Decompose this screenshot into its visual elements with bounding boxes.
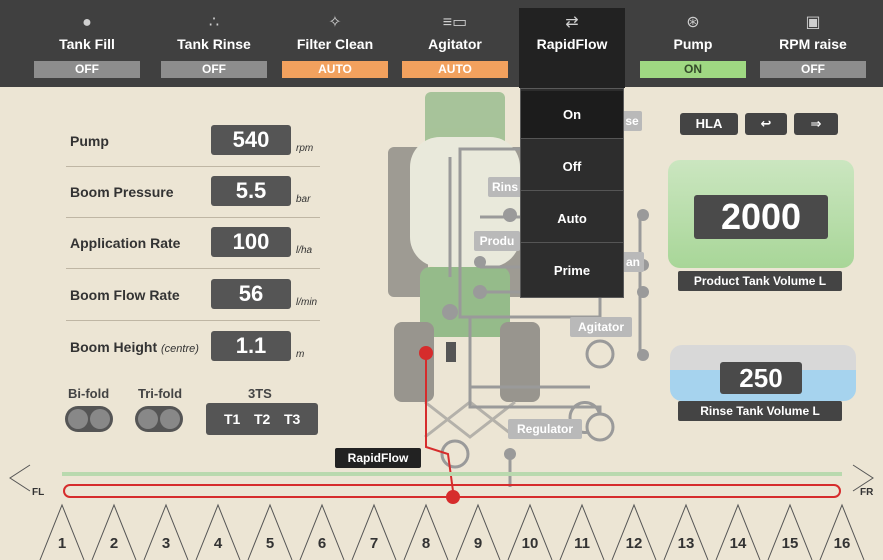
tank-fill-button[interactable]: ● Tank Fill OFF [30, 8, 144, 80]
arrow-right-icon[interactable]: ⇒ [794, 113, 838, 135]
tts-selector[interactable]: T1 T2 T3 [206, 403, 318, 435]
an-label: an [622, 252, 644, 272]
fl-label: FL [32, 487, 45, 498]
status-badge: AUTO [402, 61, 508, 78]
nozzle-10[interactable]: 10 [520, 535, 540, 552]
nozzle-3[interactable]: 3 [156, 535, 176, 552]
rapidflow-dropdown: On Off Auto Prime [520, 88, 624, 298]
bifold-label: Bi-fold [68, 386, 110, 401]
nozzle-5[interactable]: 5 [260, 535, 280, 552]
engine-icon: ▣ [805, 14, 821, 31]
bifold-toggle[interactable] [65, 406, 113, 432]
tts-label: 3TS [248, 386, 272, 401]
product-label: Produ [474, 231, 520, 251]
boom-pressure-reading: Boom Pressure 5.5 bar [66, 167, 320, 218]
dropdown-option-on[interactable]: On [521, 91, 623, 139]
boom-flow-rate-reading: Boom Flow Rate 56 l/min [66, 270, 320, 321]
rinse-tank-label: Rinse Tank Volume L [678, 401, 842, 421]
filter-clean-icon: ✧ [328, 14, 342, 31]
status-badge: OFF [161, 61, 267, 78]
agitator-label: Agitator [570, 317, 632, 337]
top-toolbar: ● Tank Fill OFF ∴ Tank Rinse OFF ✧ Filte… [0, 0, 883, 88]
pump-button[interactable]: ⊛ Pump ON [636, 8, 750, 80]
status-badge: AUTO [282, 61, 388, 78]
nozzle-14[interactable]: 14 [728, 535, 748, 552]
nozzle-1[interactable]: 1 [52, 535, 72, 552]
nozzle-11[interactable]: 11 [572, 535, 592, 552]
t2-button[interactable]: T2 [254, 411, 270, 427]
nozzle-4[interactable]: 4 [208, 535, 228, 552]
dropdown-option-off[interactable]: Off [521, 143, 623, 191]
nozzle-16[interactable]: 16 [832, 535, 852, 552]
product-tank-label: Product Tank Volume L [678, 271, 842, 291]
agitator-icon: ≡▭ [442, 14, 468, 31]
nozzle-12[interactable]: 12 [624, 535, 644, 552]
rinse-label: Rins [488, 177, 522, 197]
filter-clean-button[interactable]: ✧ Filter Clean AUTO [278, 8, 392, 80]
pump-icon: ⊛ [686, 14, 700, 31]
boom-height-reading: Boom Height (centre) 1.1 m [70, 331, 305, 361]
agitator-button[interactable]: ≡▭ Agitator AUTO [398, 8, 512, 80]
status-badge: OFF [34, 61, 140, 78]
rpm-raise-button[interactable]: ▣ RPM raise OFF [756, 8, 870, 80]
product-tank-value: 2000 [694, 195, 828, 239]
tank-rinse-icon: ∴ [208, 14, 220, 31]
nozzle-7[interactable]: 7 [364, 535, 384, 552]
trifold-label: Tri-fold [138, 386, 183, 401]
regulator-label: Regulator [508, 419, 582, 439]
rapidflow-button[interactable]: ⇄ RapidFlow [519, 8, 625, 88]
trifold-toggle[interactable] [135, 406, 183, 432]
nozzle-13[interactable]: 13 [676, 535, 696, 552]
pump-reading: Pump 540 rpm [66, 116, 320, 167]
rapidflow-icon: ⇄ [565, 14, 579, 31]
application-rate-reading: Application Rate 100 l/ha [66, 218, 320, 269]
hla-button[interactable]: HLA [680, 113, 738, 135]
nozzle-15[interactable]: 15 [780, 535, 800, 552]
return-icon[interactable]: ↩ [745, 113, 787, 135]
dropdown-option-auto[interactable]: Auto [521, 195, 623, 243]
t1-button[interactable]: T1 [224, 411, 240, 427]
status-badge: ON [640, 61, 746, 78]
nozzle-2[interactable]: 2 [104, 535, 124, 552]
rapidflow-label: RapidFlow [335, 448, 421, 468]
dropdown-option-prime[interactable]: Prime [521, 247, 623, 295]
tank-rinse-button[interactable]: ∴ Tank Rinse OFF [157, 8, 271, 80]
nozzle-6[interactable]: 6 [312, 535, 332, 552]
t3-button[interactable]: T3 [284, 411, 300, 427]
tank-fill-icon: ● [82, 14, 92, 31]
fr-label: FR [860, 487, 874, 498]
nozzle-9[interactable]: 9 [468, 535, 488, 552]
nozzle-8[interactable]: 8 [416, 535, 436, 552]
rinse-tank-value: 250 [720, 362, 802, 394]
se-label: se [622, 111, 642, 131]
status-badge: OFF [760, 61, 866, 78]
